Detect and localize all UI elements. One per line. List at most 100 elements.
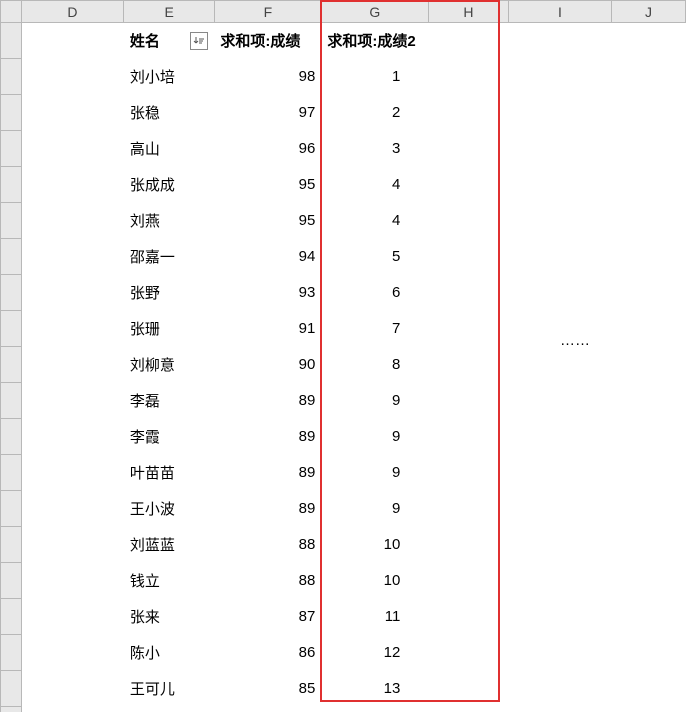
cell-blank[interactable] — [428, 347, 508, 383]
cell-blank[interactable] — [428, 527, 508, 563]
pivot-field-rank[interactable]: 求和项:成绩2 — [321, 23, 428, 59]
cell-blank[interactable] — [509, 563, 612, 599]
cell-blank[interactable] — [428, 275, 508, 311]
cell-rank[interactable]: 3 — [321, 131, 428, 167]
cell-blank[interactable] — [21, 311, 124, 347]
cell-blank[interactable] — [428, 311, 508, 347]
row-header[interactable] — [1, 563, 22, 599]
cell-name[interactable]: 高山 — [124, 131, 215, 167]
cell-blank[interactable] — [428, 167, 508, 203]
cell-blank[interactable] — [509, 167, 612, 203]
cell-rank[interactable]: 14 — [321, 707, 428, 712]
column-header-row[interactable]: D E F G H I J — [1, 1, 686, 23]
cell-name[interactable]: 李磊 — [124, 383, 215, 419]
cell-blank[interactable] — [611, 383, 685, 419]
cell-blank[interactable] — [611, 563, 685, 599]
cell-blank[interactable] — [509, 635, 612, 671]
row-header[interactable] — [1, 491, 22, 527]
cell-blank[interactable] — [21, 239, 124, 275]
cell-blank[interactable] — [611, 671, 685, 707]
cell-score[interactable]: 94 — [214, 239, 321, 275]
cell-rank[interactable]: 4 — [321, 203, 428, 239]
cell-blank[interactable] — [21, 383, 124, 419]
cell-score[interactable]: 96 — [214, 131, 321, 167]
cell-blank[interactable] — [509, 275, 612, 311]
column-header-F[interactable]: F — [214, 1, 321, 23]
column-header-H[interactable]: H — [428, 1, 508, 23]
row-header[interactable] — [1, 59, 22, 95]
cell-rank[interactable]: 12 — [321, 635, 428, 671]
cell-blank[interactable] — [611, 311, 685, 347]
row-header[interactable] — [1, 275, 22, 311]
cell-blank[interactable] — [611, 455, 685, 491]
cell-name[interactable]: 陈小 — [124, 635, 215, 671]
cell-blank[interactable] — [509, 491, 612, 527]
cell-score[interactable]: 95 — [214, 167, 321, 203]
cell-name[interactable]: 刘燕 — [124, 203, 215, 239]
cell-name[interactable]: 张珊 — [124, 311, 215, 347]
cell-rank[interactable]: 9 — [321, 419, 428, 455]
row-header[interactable] — [1, 671, 22, 707]
cell-blank[interactable] — [21, 707, 124, 712]
row-header[interactable] — [1, 707, 22, 712]
row-header[interactable] — [1, 23, 22, 59]
column-header-G[interactable]: G — [321, 1, 428, 23]
cell-rank[interactable]: 10 — [321, 563, 428, 599]
cell-blank[interactable] — [611, 131, 685, 167]
cell-score[interactable]: 86 — [214, 635, 321, 671]
cell-name[interactable]: 叶苗苗 — [124, 455, 215, 491]
cell-blank[interactable] — [21, 635, 124, 671]
spreadsheet-grid[interactable]: D E F G H I J 姓名 — [0, 0, 686, 712]
cell-blank[interactable] — [21, 419, 124, 455]
cell-blank[interactable] — [21, 527, 124, 563]
cell-blank[interactable] — [611, 239, 685, 275]
cell-blank[interactable] — [428, 95, 508, 131]
cell-blank[interactable] — [21, 671, 124, 707]
cell-rank[interactable]: 9 — [321, 383, 428, 419]
cell-blank[interactable] — [509, 347, 612, 383]
row-header[interactable] — [1, 95, 22, 131]
cell-name[interactable]: 钱立 — [124, 563, 215, 599]
cell-blank[interactable] — [21, 563, 124, 599]
cell-blank[interactable] — [509, 95, 612, 131]
cell-rank[interactable]: 7 — [321, 311, 428, 347]
cell-blank[interactable] — [21, 23, 124, 59]
cell-blank[interactable] — [428, 419, 508, 455]
cell-blank[interactable] — [611, 23, 685, 59]
cell-name[interactable]: 张稳 — [124, 95, 215, 131]
cell-blank[interactable] — [21, 203, 124, 239]
cell-blank[interactable] — [509, 671, 612, 707]
pivot-field-score[interactable]: 求和项:成绩 — [214, 23, 321, 59]
cell-blank[interactable] — [509, 455, 612, 491]
spreadsheet-viewport[interactable]: D E F G H I J 姓名 — [0, 0, 686, 712]
cell-rank[interactable]: 1 — [321, 59, 428, 95]
row-header[interactable] — [1, 167, 22, 203]
row-header[interactable] — [1, 203, 22, 239]
cell-name[interactable]: 李霞 — [124, 419, 215, 455]
cell-score[interactable]: 95 — [214, 203, 321, 239]
cell-blank[interactable] — [611, 59, 685, 95]
cell-blank[interactable] — [428, 671, 508, 707]
cell-blank[interactable] — [428, 635, 508, 671]
cell-blank[interactable] — [509, 707, 612, 712]
cell-score[interactable]: 88 — [214, 563, 321, 599]
cell-blank[interactable] — [21, 275, 124, 311]
cell-name[interactable]: 张来 — [124, 599, 215, 635]
filter-dropdown-button[interactable] — [190, 32, 208, 50]
cell-score[interactable]: 97 — [214, 95, 321, 131]
column-header-E[interactable]: E — [124, 1, 215, 23]
cell-score[interactable]: 85 — [214, 671, 321, 707]
column-header-D[interactable]: D — [21, 1, 124, 23]
cell-rank[interactable]: 2 — [321, 95, 428, 131]
cell-score[interactable]: 81 — [214, 707, 321, 712]
row-header[interactable] — [1, 131, 22, 167]
cell-blank[interactable] — [21, 491, 124, 527]
cell-blank[interactable] — [509, 599, 612, 635]
cell-blank[interactable] — [509, 203, 612, 239]
cell-blank[interactable] — [428, 239, 508, 275]
cell-rank[interactable]: 9 — [321, 455, 428, 491]
row-header[interactable] — [1, 635, 22, 671]
cell-score[interactable]: 91 — [214, 311, 321, 347]
cell-rank[interactable]: 6 — [321, 275, 428, 311]
cell-blank[interactable] — [611, 707, 685, 712]
